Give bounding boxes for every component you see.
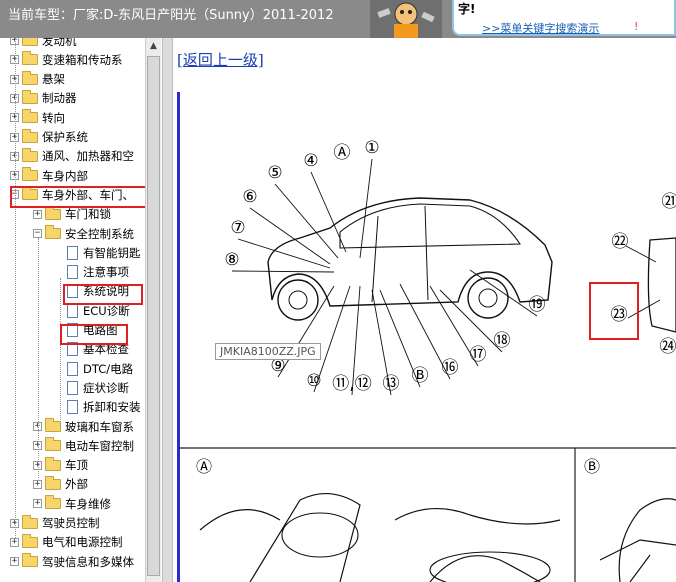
diagram-overlay: ①④⑤⑥⑦⑧⑨⑩ ⑪,⑫ ⑬ Ⓑ ⑯⑰⑱⑲Ⓐ㉑㉒㉓㉔Ⓐ Ⓑ	[180, 138, 676, 582]
leader-line	[625, 245, 657, 263]
panel-a-component	[281, 512, 359, 558]
callout-label: ⑯	[442, 358, 459, 378]
callout-label: ⑪,⑫	[332, 374, 371, 394]
callout-label: ⑥	[242, 187, 257, 207]
callout-label: ④	[303, 151, 318, 171]
panel-a-sketch	[199, 492, 561, 582]
leader-line	[310, 171, 347, 253]
panel-a-label: Ⓐ	[196, 457, 212, 476]
leader-line	[274, 183, 339, 259]
car-wheel-front	[277, 279, 319, 321]
panel-b-label: Ⓑ	[584, 457, 600, 476]
image-filename-tooltip: JMKIA8100ZZ.JPG	[215, 343, 321, 360]
callout-label: ⑩	[306, 371, 321, 391]
leader-line	[627, 299, 661, 319]
car-hub-front	[288, 290, 308, 310]
callout-label: ⑲	[529, 295, 546, 315]
car-window-outline	[339, 203, 522, 249]
car-hub-rear	[478, 288, 498, 308]
callout-label: ⑤	[267, 163, 282, 183]
leader-line	[359, 158, 373, 259]
car-wheel-rear	[467, 277, 509, 319]
callout-label: ①	[364, 138, 379, 158]
callout-label: ㉔	[660, 337, 676, 357]
callout-label: ⑱	[494, 331, 511, 351]
callout-label-a: Ⓐ	[334, 143, 351, 163]
car-door-line	[424, 205, 429, 301]
callout-label: ㉒	[612, 232, 629, 252]
leader-line	[277, 285, 335, 378]
callout-label: ㉑	[662, 192, 676, 212]
rear-car-outline	[647, 237, 676, 333]
panel-b-sketch	[599, 498, 676, 582]
callout-label: ⑦	[230, 218, 245, 238]
leader-line	[231, 270, 335, 273]
car-door-line	[371, 215, 379, 303]
callout-label: ㉓	[611, 305, 628, 325]
callout-label: Ⓑ	[412, 366, 429, 386]
callout-label: ⑧	[224, 250, 239, 270]
callout-label: ⑰	[470, 345, 487, 365]
callout-label: ⑬	[383, 374, 400, 394]
car-body-outline	[267, 197, 553, 307]
